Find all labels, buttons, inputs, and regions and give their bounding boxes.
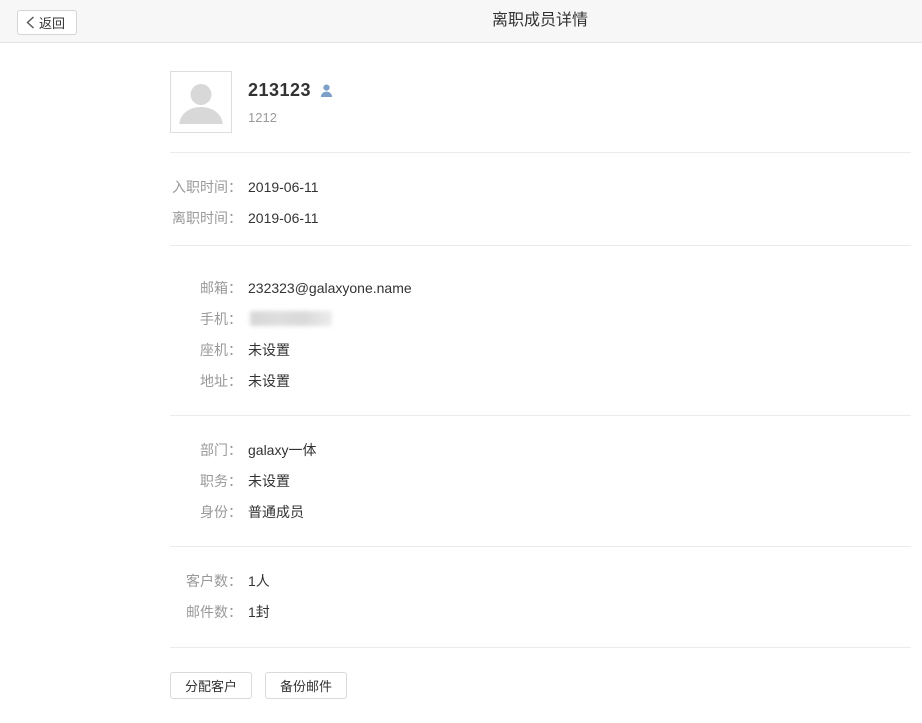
row-value: galaxy一体 <box>248 440 316 460</box>
row-label: 地址： <box>170 371 242 391</box>
row-leave-date: 离职时间： 2019-06-11 <box>170 202 911 233</box>
row-mail-count: 邮件数： 1封 <box>170 596 911 627</box>
assign-customers-button[interactable]: 分配客户 <box>170 672 252 699</box>
row-value: 1封 <box>248 602 270 622</box>
row-label: 座机： <box>170 340 242 360</box>
person-silhouette-icon <box>171 72 231 132</box>
row-value: 232323@galaxyone.name <box>248 280 412 296</box>
row-label: 身份： <box>170 502 242 522</box>
member-name: 213123 <box>248 80 311 101</box>
member-status-icon <box>320 84 333 98</box>
row-value: 普通成员 <box>248 502 304 522</box>
member-alias: 1212 <box>248 110 333 125</box>
section-counts: 客户数： 1人 邮件数： 1封 <box>170 546 911 647</box>
row-label: 部门： <box>170 440 242 460</box>
row-address: 地址： 未设置 <box>170 365 911 396</box>
row-value: 未设置 <box>248 340 290 360</box>
section-dates: 入职时间： 2019-06-11 离职时间： 2019-06-11 <box>170 152 911 245</box>
back-button[interactable]: 返回 <box>17 10 77 35</box>
action-bar: 分配客户 备份邮件 <box>170 647 911 723</box>
row-label: 客户数： <box>170 571 242 591</box>
profile-info: 213123 1212 <box>248 71 333 133</box>
avatar <box>170 71 232 133</box>
profile-block: 213123 1212 <box>170 43 911 152</box>
row-label: 手机： <box>170 309 242 329</box>
row-landline: 座机： 未设置 <box>170 334 911 365</box>
row-position: 职务： 未设置 <box>170 465 911 496</box>
detail-content: 213123 1212 入职时间： 2019-06-11 离职时间： 2019-… <box>170 43 911 723</box>
row-value: 2019-06-11 <box>248 210 319 226</box>
backup-mail-button[interactable]: 备份邮件 <box>265 672 347 699</box>
row-value: 未设置 <box>248 471 290 491</box>
chevron-left-icon <box>26 16 35 29</box>
row-department: 部门： galaxy一体 <box>170 434 911 465</box>
section-department: 部门： galaxy一体 职务： 未设置 身份： 普通成员 <box>170 415 911 546</box>
redacted-phone-value <box>250 311 332 326</box>
row-value: 未设置 <box>248 371 290 391</box>
header-bar: 返回 离职成员详情 <box>0 0 922 43</box>
back-button-label: 返回 <box>39 13 65 32</box>
row-identity: 身份： 普通成员 <box>170 496 911 527</box>
row-join-date: 入职时间： 2019-06-11 <box>170 171 911 202</box>
row-customer-count: 客户数： 1人 <box>170 565 911 596</box>
row-email: 邮箱： 232323@galaxyone.name <box>170 272 911 303</box>
row-mobile: 手机： <box>170 303 911 334</box>
row-value: 2019-06-11 <box>248 179 319 195</box>
row-value: 1人 <box>248 571 270 591</box>
section-contact: 邮箱： 232323@galaxyone.name 手机： 座机： 未设置 地址… <box>170 245 911 415</box>
row-label: 邮箱： <box>170 278 242 298</box>
page-title: 离职成员详情 <box>492 0 588 42</box>
row-label: 职务： <box>170 471 242 491</box>
row-label: 离职时间： <box>170 208 242 228</box>
row-label: 邮件数： <box>170 602 242 622</box>
row-label: 入职时间： <box>170 177 242 197</box>
